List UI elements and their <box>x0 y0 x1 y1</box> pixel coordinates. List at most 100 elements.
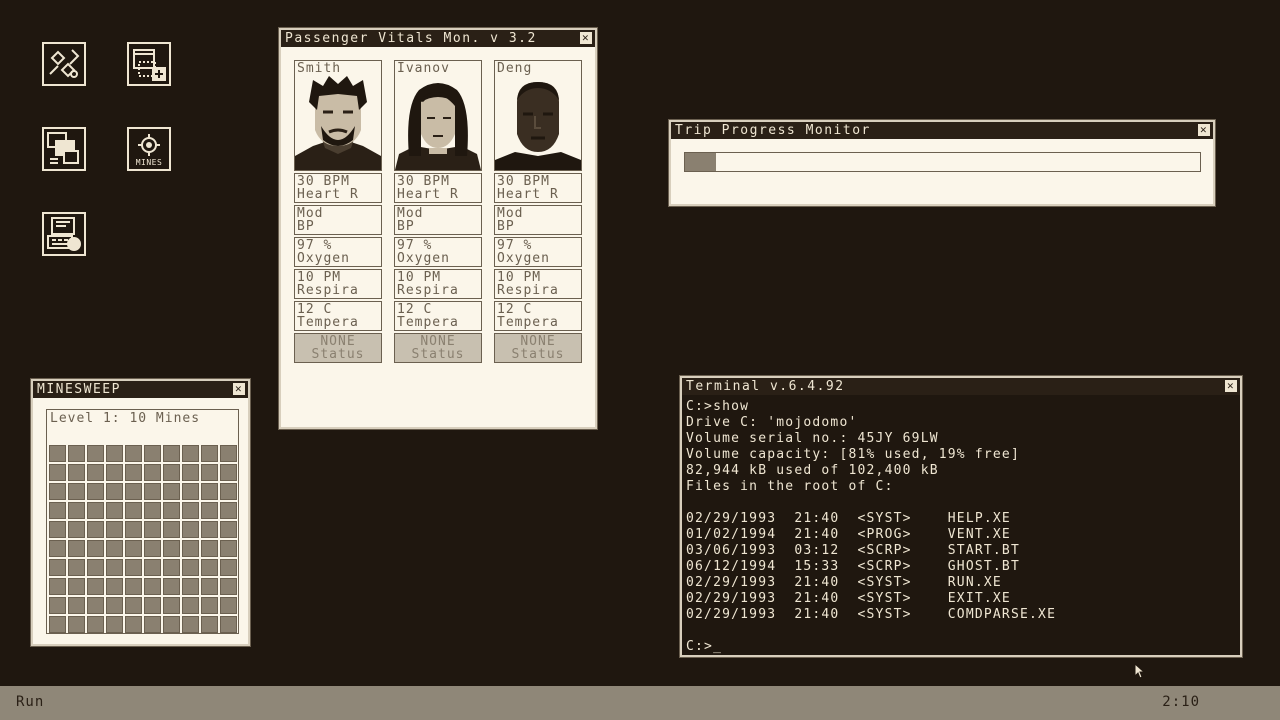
mine-cell[interactable] <box>106 502 123 519</box>
mine-cell[interactable] <box>163 464 180 481</box>
mine-cell[interactable] <box>125 445 142 462</box>
mine-cell[interactable] <box>182 597 199 614</box>
mine-cell[interactable] <box>144 540 161 557</box>
mine-cell[interactable] <box>125 483 142 500</box>
mine-cell[interactable] <box>182 502 199 519</box>
mine-cell[interactable] <box>68 464 85 481</box>
mine-cell[interactable] <box>87 445 104 462</box>
mine-cell[interactable] <box>106 597 123 614</box>
mine-cell[interactable] <box>49 597 66 614</box>
mine-cell[interactable] <box>106 445 123 462</box>
mine-cell[interactable] <box>182 521 199 538</box>
mine-cell[interactable] <box>201 464 218 481</box>
mine-cell[interactable] <box>220 483 237 500</box>
mine-cell[interactable] <box>220 502 237 519</box>
mine-cell[interactable] <box>201 502 218 519</box>
mine-cell[interactable] <box>125 540 142 557</box>
mine-cell[interactable] <box>87 559 104 576</box>
mine-cell[interactable] <box>87 483 104 500</box>
mines-app-icon[interactable]: MINES <box>127 127 171 171</box>
mine-cell[interactable] <box>68 521 85 538</box>
mine-cell[interactable] <box>144 578 161 595</box>
mine-cell[interactable] <box>144 502 161 519</box>
mine-cell[interactable] <box>201 578 218 595</box>
mine-cell[interactable] <box>49 616 66 633</box>
close-icon[interactable]: ✕ <box>1224 379 1238 393</box>
mine-cell[interactable] <box>163 483 180 500</box>
mine-cell[interactable] <box>144 559 161 576</box>
mine-cell[interactable] <box>125 616 142 633</box>
mine-cell[interactable] <box>201 540 218 557</box>
mine-cell[interactable] <box>201 483 218 500</box>
mine-cell[interactable] <box>49 464 66 481</box>
medical-folder-icon[interactable] <box>127 42 171 86</box>
mine-cell[interactable] <box>125 578 142 595</box>
mine-cell[interactable] <box>182 445 199 462</box>
mine-cell[interactable] <box>201 521 218 538</box>
mine-cell[interactable] <box>220 540 237 557</box>
mine-cell[interactable] <box>163 597 180 614</box>
mine-cell[interactable] <box>220 445 237 462</box>
mine-cell[interactable] <box>125 559 142 576</box>
close-icon[interactable]: ✕ <box>232 382 246 396</box>
mine-cell[interactable] <box>182 464 199 481</box>
mine-cell[interactable] <box>201 616 218 633</box>
mine-cell[interactable] <box>201 597 218 614</box>
mine-cell[interactable] <box>144 597 161 614</box>
trip-title-bar[interactable]: Trip Progress Monitor ✕ <box>671 122 1213 139</box>
mine-cell[interactable] <box>220 521 237 538</box>
mine-cell[interactable] <box>182 578 199 595</box>
mine-cell[interactable] <box>163 559 180 576</box>
close-icon[interactable]: ✕ <box>1197 123 1211 137</box>
mine-cell[interactable] <box>125 521 142 538</box>
mine-cell[interactable] <box>87 578 104 595</box>
mine-cell[interactable] <box>87 597 104 614</box>
computer-disk-icon[interactable] <box>42 212 86 256</box>
mine-cell[interactable] <box>68 445 85 462</box>
mine-cell[interactable] <box>68 578 85 595</box>
mine-cell[interactable] <box>68 502 85 519</box>
mine-cell[interactable] <box>87 540 104 557</box>
mine-cell[interactable] <box>68 540 85 557</box>
mine-cell[interactable] <box>163 502 180 519</box>
close-icon[interactable]: ✕ <box>579 31 593 45</box>
mine-cell[interactable] <box>144 483 161 500</box>
mine-cell[interactable] <box>125 597 142 614</box>
minesweep-title-bar[interactable]: MINESWEEP ✕ <box>33 381 248 398</box>
run-button[interactable]: Run <box>16 694 44 710</box>
mine-cell[interactable] <box>163 578 180 595</box>
mine-cell[interactable] <box>68 597 85 614</box>
mine-cell[interactable] <box>182 616 199 633</box>
mine-cell[interactable] <box>144 521 161 538</box>
mine-cell[interactable] <box>106 521 123 538</box>
mine-cell[interactable] <box>144 464 161 481</box>
mine-cell[interactable] <box>68 559 85 576</box>
mine-cell[interactable] <box>106 559 123 576</box>
terminal-title-bar[interactable]: Terminal v.6.4.92 ✕ <box>682 378 1240 395</box>
terminal-output[interactable]: C:>show Drive C: 'mojodomo' Volume serial … <box>682 395 1240 655</box>
mine-cell[interactable] <box>220 464 237 481</box>
mine-cell[interactable] <box>144 445 161 462</box>
mine-cell[interactable] <box>182 540 199 557</box>
mine-cell[interactable] <box>106 540 123 557</box>
mine-cell[interactable] <box>49 559 66 576</box>
mine-cell[interactable] <box>106 464 123 481</box>
mine-cell[interactable] <box>201 559 218 576</box>
mine-cell[interactable] <box>49 483 66 500</box>
mine-cell[interactable] <box>49 578 66 595</box>
mine-cell[interactable] <box>68 483 85 500</box>
mine-cell[interactable] <box>106 483 123 500</box>
mine-cell[interactable] <box>125 502 142 519</box>
mine-cell[interactable] <box>163 616 180 633</box>
mine-cell[interactable] <box>220 578 237 595</box>
mine-cell[interactable] <box>220 616 237 633</box>
mine-cell[interactable] <box>220 559 237 576</box>
mine-cell[interactable] <box>106 616 123 633</box>
mine-cell[interactable] <box>49 521 66 538</box>
mine-cell[interactable] <box>68 616 85 633</box>
mine-cell[interactable] <box>201 445 218 462</box>
mine-cell[interactable] <box>49 502 66 519</box>
mine-cell[interactable] <box>220 597 237 614</box>
mine-cell[interactable] <box>163 540 180 557</box>
mine-cell[interactable] <box>182 483 199 500</box>
